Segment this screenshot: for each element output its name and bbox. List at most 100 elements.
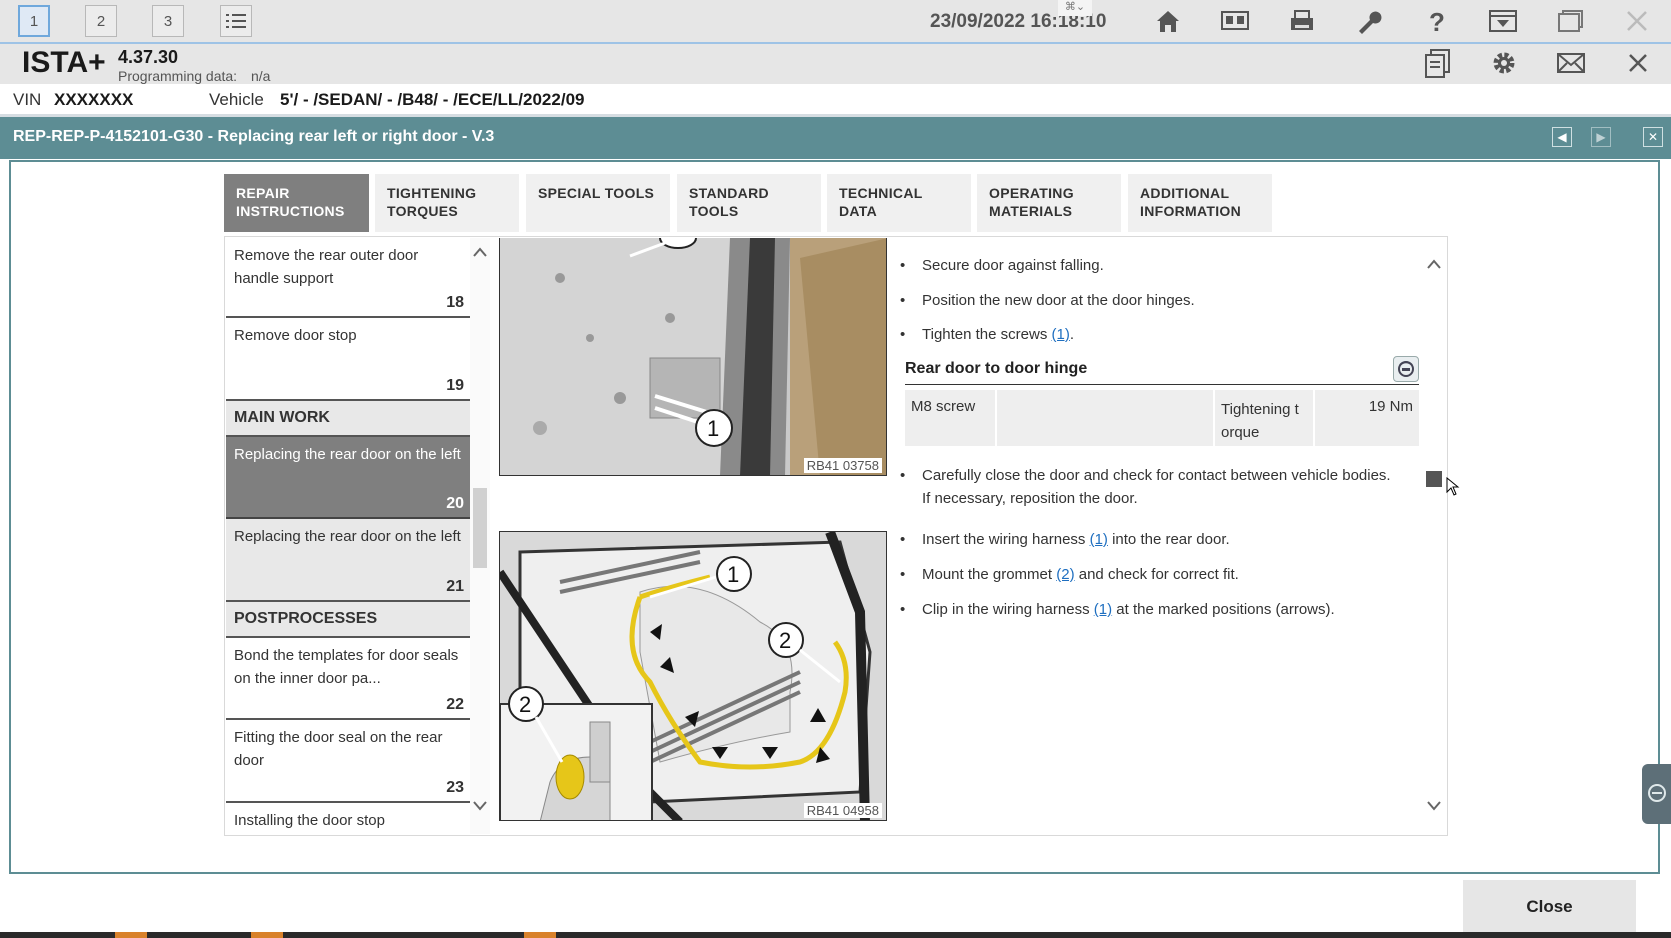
exit-button[interactable] — [1619, 4, 1655, 38]
instruction-text-line: at the marked positions (arrows). — [1112, 601, 1335, 618]
content-scrollbar[interactable] — [1420, 238, 1448, 834]
step-item-21[interactable]: Replacing the rear door on the left 21 — [226, 519, 470, 602]
torque-value: 19 Nm — [1368, 398, 1413, 415]
taskbar-indicator — [115, 932, 147, 938]
arrow-left-icon: ◀ — [1557, 130, 1567, 144]
instruction-text-line: Insert the wiring harness — [922, 531, 1090, 548]
step-label: Fitting the door seal on the rear door — [234, 729, 443, 769]
chevron-down-icon[interactable] — [472, 800, 488, 812]
tab-label-line1: STANDARD — [689, 185, 769, 201]
instruction-text-line: Carefully close the door and check for c… — [922, 467, 1391, 507]
torque-part: M8 screw — [911, 398, 976, 415]
step-list-scroll-thumb[interactable] — [473, 488, 487, 568]
session-tab-2[interactable]: 2 — [85, 5, 117, 37]
settings-button[interactable] — [1486, 46, 1522, 80]
instruction-text-line: Secure door against falling. — [922, 257, 1104, 274]
instruction-bullet: • Secure door against falling. — [900, 254, 1402, 277]
messages-button[interactable] — [1553, 46, 1589, 80]
chevron-up-icon[interactable] — [472, 246, 488, 258]
list-icon — [226, 14, 246, 28]
mouse-cursor-icon — [1446, 477, 1460, 496]
tab-repair-instructions[interactable]: REPAIR INSTRUCTIONS — [224, 174, 369, 232]
instruction-text-line: Clip in the wiring harness — [922, 601, 1094, 618]
step-item-20[interactable]: Replacing the rear door on the left 20 — [226, 437, 470, 519]
close-document-button[interactable]: ✕ — [1643, 127, 1663, 147]
tab-special-tools[interactable]: SPECIAL TOOLS — [526, 174, 670, 232]
instruction-text-line: . — [1069, 326, 1075, 343]
list-view-button[interactable] — [220, 5, 252, 37]
vehicle-info-bar: VIN XXXXXXX Vehicle 5'/ - /SEDAN/ - /B48… — [0, 84, 1671, 117]
tab-label-line2: INSTRUCTIONS — [236, 203, 345, 219]
reference-link[interactable]: (1) — [1090, 531, 1108, 548]
taskbar-strip — [0, 932, 1671, 938]
content-scroll-thumb[interactable] — [1426, 471, 1442, 487]
tab-standard-tools[interactable]: STANDARD TOOLS — [677, 174, 821, 232]
step-item-19[interactable]: Remove door stop 19 — [226, 318, 470, 401]
document-title: REP-REP-P-4152101-G30 - Replacing rear l… — [13, 128, 495, 145]
image-reference: RB41 03758 — [803, 458, 882, 473]
reference-link[interactable]: (1) — [1094, 601, 1112, 618]
close-session-button[interactable] — [1620, 46, 1656, 80]
step-item-18[interactable]: Remove the rear outer door handle suppor… — [226, 238, 470, 318]
step-label: Replacing the rear door on the left — [234, 528, 461, 545]
tab-label-line2: DATA — [839, 203, 878, 219]
callout-2: 2 — [519, 692, 531, 717]
chevron-up-icon[interactable] — [1426, 258, 1442, 270]
tab-technical-data[interactable]: TECHNICAL DATA — [827, 174, 971, 232]
tab-tightening-torques[interactable]: TIGHTENING TORQUES — [375, 174, 519, 232]
step-item-22[interactable]: Bond the templates for door seals on the… — [226, 638, 470, 720]
session-tab-label: 3 — [163, 12, 173, 30]
step-number: 19 — [446, 377, 464, 394]
top-toolbar: 1 2 3 23/09/2022 16:18:10 ⌘⌄ ? — [0, 0, 1671, 44]
torque-info-button[interactable] — [1393, 356, 1419, 382]
home-button[interactable] — [1150, 4, 1186, 38]
wiring-harness-illustration: 1 2 2 — [500, 532, 886, 820]
wrench-icon — [1359, 11, 1382, 34]
instruction-text-line: and check for correct fit. — [1074, 566, 1239, 583]
torque-heading: Rear door to door hinge — [905, 360, 1088, 377]
step-item-23[interactable]: Fitting the door seal on the rear door 2… — [226, 720, 470, 803]
split-view-button[interactable] — [1217, 4, 1253, 38]
reference-link[interactable]: (2) — [1056, 566, 1074, 583]
svg-text:?: ? — [1429, 7, 1445, 35]
arrow-right-icon: ▶ — [1596, 130, 1606, 144]
step-item-24[interactable]: Installing the door stop — [226, 803, 470, 834]
print-button[interactable] — [1284, 4, 1320, 38]
window-button[interactable] — [1552, 4, 1588, 38]
side-panel-tab[interactable] — [1642, 764, 1671, 824]
service-functions-button[interactable] — [1351, 4, 1387, 38]
taskbar-indicator — [524, 932, 556, 938]
session-tab-3[interactable]: 3 — [152, 5, 184, 37]
download-icon — [1489, 10, 1517, 32]
tab-label-line1: TECHNICAL — [839, 185, 923, 201]
torque-wrench-icon — [1398, 361, 1414, 377]
tab-additional-information[interactable]: ADDITIONAL INFORMATION — [1128, 174, 1272, 232]
instruction-bullet: • Insert the wiring harness (1) into the … — [900, 531, 1230, 548]
callout-1: 1 — [707, 416, 719, 441]
tab-label-line1: TIGHTENING — [387, 185, 477, 201]
chevron-down-icon[interactable] — [1426, 800, 1442, 812]
tab-label-line1: SPECIAL TOOLS — [538, 185, 655, 201]
close-button[interactable]: Close — [1463, 880, 1636, 934]
callout-1: 1 — [727, 562, 739, 587]
help-button[interactable]: ? — [1418, 4, 1454, 38]
screen-capture-handle[interactable]: ⌘⌄ — [1058, 0, 1092, 16]
next-document-button[interactable]: ▶ — [1591, 127, 1611, 147]
torque-heading-row: Rear door to door hinge — [905, 356, 1419, 385]
session-tab-1[interactable]: 1 — [18, 5, 50, 37]
tab-label-line2: INFORMATION — [1140, 203, 1242, 219]
minimize-button[interactable] — [1485, 4, 1521, 38]
close-icon: ✕ — [1647, 130, 1659, 144]
table-divider — [1213, 390, 1215, 446]
step-label: Installing the door stop — [234, 812, 385, 829]
instruction-bullet: • Tighten the screws (1). — [900, 326, 1075, 343]
step-label: Bond the templates for door seals on the… — [234, 647, 459, 687]
tab-label-line2: TORQUES — [387, 203, 459, 219]
documents-button[interactable] — [1419, 46, 1455, 80]
reference-link[interactable]: (1) — [1052, 326, 1070, 343]
tab-operating-materials[interactable]: OPERATING MATERIALS — [977, 174, 1121, 232]
step-list-scrollbar[interactable] — [470, 238, 490, 834]
tab-label-line1: ADDITIONAL — [1140, 185, 1230, 201]
previous-document-button[interactable]: ◀ — [1552, 127, 1572, 147]
torque-type: Tightening t orque — [1221, 401, 1299, 441]
